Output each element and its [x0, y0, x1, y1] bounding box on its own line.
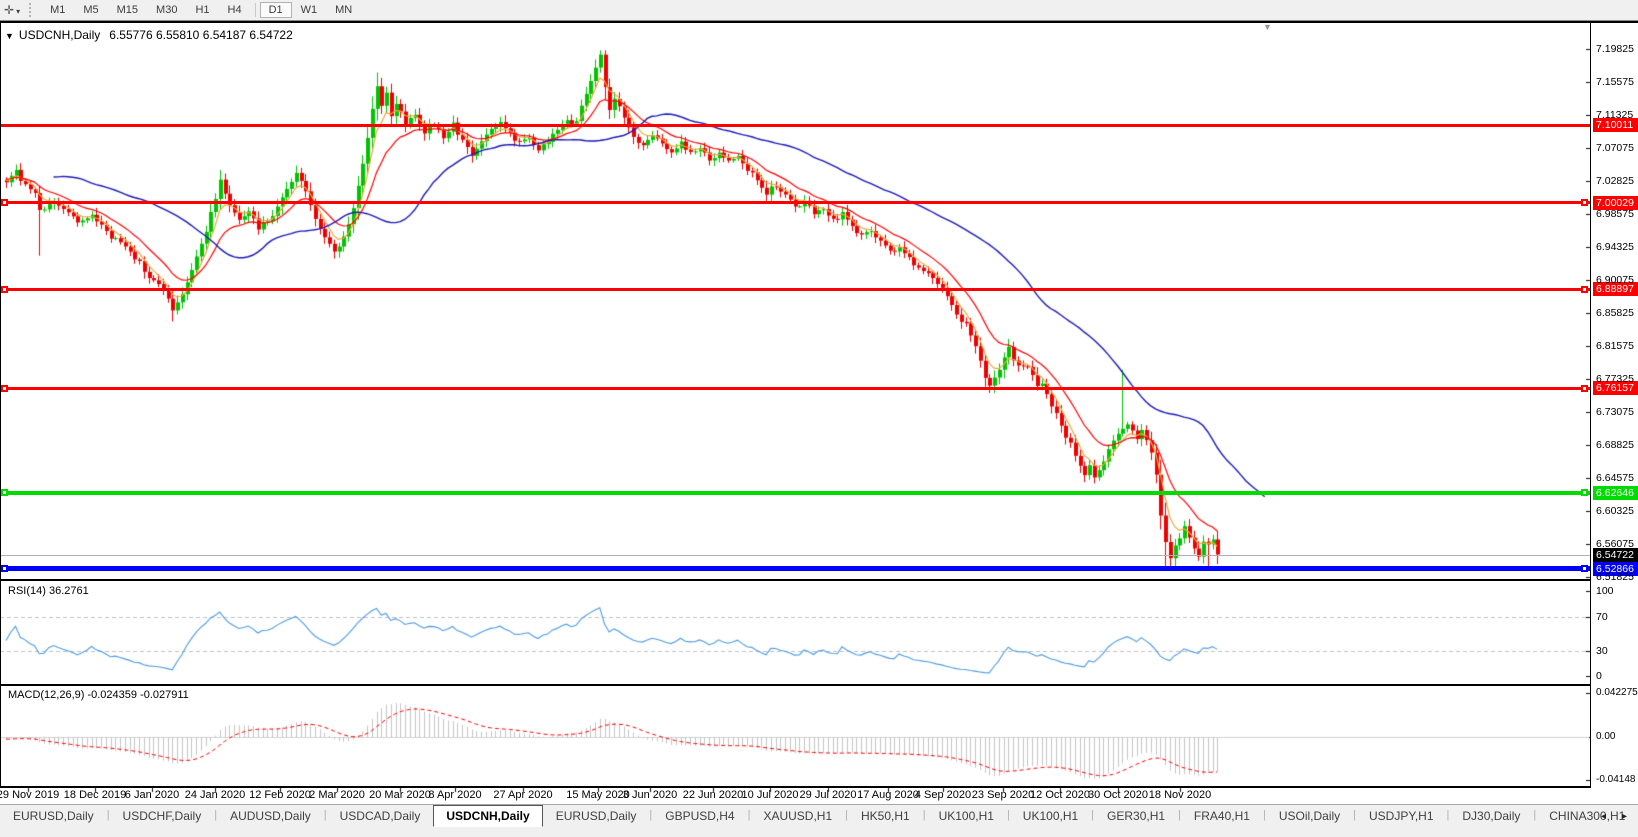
- price-tag-6.62646: 6.62646: [1593, 485, 1638, 500]
- chart-tab-eurusd-daily[interactable]: EURUSD,Daily: [543, 805, 650, 826]
- chart-tab-gbpusd-h4[interactable]: GBPUSD,H4: [652, 805, 747, 826]
- date-label: 6 Jan 2020: [124, 789, 180, 801]
- date-label: 12 Oct 2020: [1030, 789, 1090, 801]
- price-axis-label: 6.81575: [1596, 340, 1634, 352]
- price-axis-label: 7.11325: [1596, 109, 1634, 121]
- price-axis-label: 7.19825: [1596, 43, 1634, 55]
- price-axis-label: 7.15575: [1596, 76, 1634, 88]
- price-axis-label: 6.56075: [1596, 538, 1634, 550]
- horizontal-line-6.88897[interactable]: [0, 287, 1590, 291]
- price-axis-label: 6.94325: [1596, 241, 1634, 253]
- chart-tab-hk50-h1[interactable]: HK50,H1: [848, 805, 923, 826]
- level-handle[interactable]: [1581, 565, 1588, 573]
- chart-tab-uk100-h1[interactable]: UK100,H1: [1010, 805, 1091, 826]
- chart-tab-usdjpy-h1[interactable]: USDJPY,H1: [1356, 805, 1446, 826]
- horizontal-line-6.76157[interactable]: [0, 386, 1590, 390]
- chart-tab-dj30-daily[interactable]: DJ30,Daily: [1449, 805, 1533, 826]
- date-label: 15 May 2020: [566, 789, 630, 801]
- current-price-line: [0, 554, 1590, 556]
- date-label: 20 Mar 2020: [369, 789, 431, 801]
- level-handle[interactable]: [1, 199, 8, 207]
- level-handle[interactable]: [1, 285, 8, 293]
- date-label: 18 Dec 2019: [63, 789, 127, 801]
- chart-shift-icon[interactable]: ▼: [1263, 22, 1272, 32]
- chart-tab-usdchf-daily[interactable]: USDCHF,Daily: [110, 805, 215, 826]
- chart-tab-uk100-h1[interactable]: UK100,H1: [926, 805, 1007, 826]
- chart-left-border: [0, 23, 1, 787]
- level-handle[interactable]: [1, 384, 8, 392]
- macd-bottom-border: [0, 786, 1591, 788]
- date-label: 10 Jul 2020: [741, 789, 799, 801]
- rsi-macd-separator[interactable]: [0, 684, 1591, 686]
- price-axis-label: 7.02825: [1596, 175, 1634, 187]
- level-handle[interactable]: [1, 565, 8, 573]
- chart-tab-usdcnh-daily[interactable]: USDCNH,Daily: [433, 805, 543, 827]
- level-handle[interactable]: [1581, 285, 1588, 293]
- level-handle[interactable]: [1, 489, 8, 497]
- price-axis-label: 6.51825: [1596, 571, 1634, 583]
- price-rsi-separator[interactable]: [0, 579, 1591, 581]
- date-label: 2 Mar 2020: [309, 789, 365, 801]
- macd-axis-label: 0.042275: [1596, 687, 1638, 698]
- date-label: 24 Jan 2020: [184, 789, 246, 801]
- chart-tab-eurusd-daily[interactable]: EURUSD,Daily: [0, 805, 107, 826]
- price-axis-line: [1590, 23, 1591, 787]
- price-axis-label: 6.60325: [1596, 505, 1634, 517]
- date-label: 30 Oct 2020: [1088, 789, 1148, 801]
- date-label: 12 Feb 2020: [249, 789, 311, 801]
- chart-tab-xauusd-h1[interactable]: XAUUSD,H1: [750, 805, 845, 826]
- rsi-label: RSI(14) 36.2761: [8, 585, 89, 597]
- level-handle[interactable]: [1581, 384, 1588, 392]
- symbol-label: USDCNH,Daily: [18, 28, 101, 42]
- chart-tabs-bar: EURUSD,Daily | USDCHF,Daily | AUDUSD,Daily | U…: [0, 804, 1638, 837]
- date-label: 8 Apr 2020: [428, 789, 482, 801]
- tab-scroll-right-icon[interactable]: ▸: [1622, 811, 1627, 822]
- chart-tab-usdcad-daily[interactable]: USDCAD,Daily: [327, 805, 434, 826]
- horizontal-line-7.00029[interactable]: [0, 201, 1590, 205]
- date-label: 23 Sep 2020: [971, 789, 1035, 801]
- price-axis-label: 6.64575: [1596, 472, 1634, 484]
- chart-tab-audusd-daily[interactable]: AUDUSD,Daily: [217, 805, 324, 826]
- macd-axis-label: 0.00: [1596, 731, 1616, 742]
- date-label: 4 Sep 2020: [914, 789, 972, 801]
- price-axis-label: 6.98575: [1596, 208, 1634, 220]
- date-label: 22 Jun 2020: [682, 789, 744, 801]
- price-axis-label: 6.77325: [1596, 373, 1634, 385]
- rsi-axis-label: 30: [1596, 644, 1608, 657]
- date-label: 17 Aug 2020: [857, 789, 919, 801]
- ohlc-values: 6.55776 6.55810 6.54187 6.54722: [109, 28, 293, 42]
- mt4-window: ✛▾ M1M5M15M30H1H4D1W1MN ▼USDCNH,Daily6.5…: [0, 0, 1638, 837]
- level-handle[interactable]: [1581, 199, 1588, 207]
- chart-tab-ger30-h1[interactable]: GER30,H1: [1094, 805, 1178, 826]
- macd-label: MACD(12,26,9) -0.024359 -0.027911: [8, 689, 189, 701]
- horizontal-line-6.52866[interactable]: [0, 566, 1590, 572]
- chart-tab-fra40-h1[interactable]: FRA40,H1: [1181, 805, 1263, 826]
- price-axis-label: 6.68825: [1596, 439, 1634, 451]
- price-axis-label: 6.90075: [1596, 274, 1634, 286]
- symbol-dropdown-icon[interactable]: ▼: [5, 31, 14, 41]
- chart-title: ▼ USDCNH,Daily 6.55776 6.55810 6.54187 6.5…: [5, 28, 293, 42]
- horizontal-line-7.10011[interactable]: [0, 123, 1590, 127]
- date-label: 27 Apr 2020: [493, 789, 553, 801]
- horizontal-line-6.62646[interactable]: [0, 490, 1590, 495]
- rsi-axis-label: 100: [1596, 585, 1614, 597]
- macd-axis-label: -0.04148: [1596, 774, 1636, 786]
- price-axis-label: 7.07075: [1596, 142, 1634, 154]
- date-label: 3 Jun 2020: [622, 789, 678, 801]
- tab-scroll-left-icon[interactable]: ◂: [1601, 811, 1606, 822]
- date-label: 18 Nov 2020: [1148, 789, 1212, 801]
- price-axis-label: 6.85825: [1596, 307, 1634, 319]
- level-handle[interactable]: [1581, 489, 1588, 497]
- price-axis-label: 6.73075: [1596, 406, 1634, 418]
- chart-tab-usoil-daily[interactable]: USOil,Daily: [1266, 805, 1353, 826]
- date-label: 29 Jul 2020: [799, 789, 857, 801]
- date-label: 29 Nov 2019: [0, 789, 60, 801]
- rsi-axis-label: 0: [1596, 670, 1602, 682]
- rsi-axis-label: 70: [1596, 610, 1608, 623]
